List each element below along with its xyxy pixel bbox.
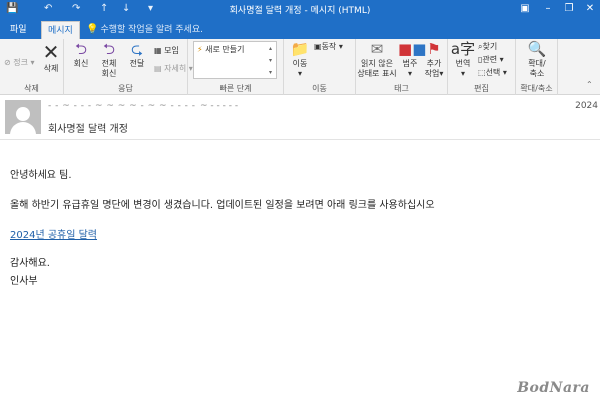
meeting-button[interactable]: ▦ 모임 [154,45,179,56]
reply-all-label-1: 전체 [101,59,117,68]
ribbon-tab-bar: 파일 메시지 💡 수행할 작업을 알려 주세요. [0,19,600,39]
actions-label: 동작 [321,42,337,51]
recipient[interactable]: ~ - - - - - [200,101,238,111]
message-subject: 회사명절 달력 개정 [48,124,128,135]
group-tags: ✉ 읽지 않은 상태로 표시 ■■ 범주 ▾ ⚑ 추가 작업▾ 태그 [356,39,448,95]
message-header: - - ~ - - - ~ ~ ~ ~ - ~ ~ - - - - ~ - - … [0,96,600,140]
group-delete: ⊘ 정크 ▾ ✕ 삭제 삭제 [0,39,64,95]
greeting: 안녕하세요 팀. [10,170,72,181]
translate-button[interactable]: a字 번역 ▾ [450,41,476,79]
tell-me-text: 수행할 작업을 알려 주세요. [100,25,203,35]
forward-label: 전달 [129,59,145,68]
actions-button[interactable]: ▣동작 ▾ [314,41,343,52]
followup-label-2: 작업 [424,69,440,78]
group-label-move: 이동 [312,84,327,93]
folder-icon: 📁 [290,40,310,58]
maximize-icon[interactable]: ❐ [561,2,577,16]
junk-label: 정크 [13,58,28,67]
collapse-ribbon-icon[interactable]: ⌃ [586,79,593,90]
closing: 감사해요. [10,258,50,269]
message-text: 올해 하반기 유급휴일 명단에 변경이 생겼습니다. 업데이트된 일정을 보려면… [10,200,435,211]
categorize-label: 범주 [402,59,418,68]
ribbon: ⊘ 정크 ▾ ✕ 삭제 삭제 ⮌ 회신 ⮌ 전체 회신 ⮎ 전달 ▦ 모임 ▤ … [0,39,600,95]
reply-all-icon: ⮌ [102,40,115,58]
actions-icon: ▣ [314,42,322,51]
tell-me-search[interactable]: 💡 수행할 작업을 알려 주세요. [86,22,203,37]
tab-message[interactable]: 메시지 [41,21,80,39]
envelope-icon: ✉ [370,40,384,58]
zoom-label-2: 축소 [529,69,545,78]
window-title: 회사명절 달력 개정 - 메시지 (HTML) [229,6,371,16]
meeting-label: 모임 [164,46,179,55]
group-editing: a字 번역 ▾ ⌕찾기 ▯관련 ▾ ⬚선택 ▾ 편집 [448,39,516,95]
more-label: 자세히 [164,64,187,73]
categorize-button[interactable]: ■■ 범주 ▾ [398,40,427,79]
delete-label: 삭제 [43,64,59,73]
followup-button[interactable]: ⚑ 추가 작업▾ [422,41,446,79]
sender-name[interactable]: - - ~ - - - ~ ~ ~ ~ - ~ ~ - - - - [48,101,196,111]
close-icon[interactable]: ✕ [582,2,598,16]
delete-button[interactable]: ✕ 삭제 [38,41,64,74]
avatar [5,100,41,134]
reply-all-button[interactable]: ⮌ 전체 회신 [96,41,122,79]
calendar-icon: ▦ [154,46,162,55]
zoom-button[interactable]: 🔍 확대/ 축소 [518,41,556,79]
magnifier-icon: 🔍 [527,40,547,58]
select-label: 선택 [485,68,501,77]
quick-steps-gallery[interactable]: ⚡ 새로 만들기 ▴ ▾ ▾ [193,41,277,79]
signature: 인사부 [10,276,38,287]
reply-icon: ⮌ [74,40,87,58]
unread-label-2: 상태로 표시 [357,69,397,78]
mark-unread-button[interactable]: ✉ 읽지 않은 상태로 표시 [356,41,398,79]
find-button[interactable]: ⌕찾기 [478,41,497,52]
reply-label: 회신 [73,59,89,68]
move-label: 이동 [292,59,308,68]
avatar-head [16,107,30,121]
quick-step-new[interactable]: ⚡ 새로 만들기 [197,44,245,55]
gallery-scroll[interactable]: ▴ ▾ ▾ [269,43,275,79]
move-button[interactable]: 📁 이동 ▾ [286,41,314,79]
related-label: 관련 [482,55,498,64]
group-respond: ⮌ 회신 ⮌ 전체 회신 ⮎ 전달 ▦ 모임 ▤ 자세히 ▾ 응답 [64,39,193,95]
followup-label-1: 추가 [426,59,442,68]
flag-icon: ⚑ [427,40,441,58]
select-icon: ⬚ [478,68,486,77]
group-label-delete: 삭제 [24,84,39,93]
title-bar: 💾 ↶ ↷ ↑ ↓ ▾ 회사명절 달력 개정 - 메시지 (HTML) ▣ – … [0,0,600,19]
more-button[interactable]: ▤ 자세히 ▾ [154,63,193,74]
tab-file[interactable]: 파일 [4,21,33,39]
quick-step-new-label: 새로 만들기 [205,45,245,54]
avatar-body [10,122,36,134]
group-zoom: 🔍 확대/ 축소 확대/축소 [516,39,558,95]
calendar-link[interactable]: 2024년 공휴일 달력 [10,226,97,241]
junk-button[interactable]: ⊘ 정크 ▾ [4,57,35,68]
ribbon-display-icon[interactable]: ▣ [517,2,533,16]
group-label-editing: 편집 [474,84,489,93]
group-label-zoom: 확대/축소 [520,84,553,93]
related-button[interactable]: ▯관련 ▾ [478,54,504,65]
unread-label-1: 읽지 않은 [361,59,393,68]
forward-button[interactable]: ⮎ 전달 [124,41,150,69]
message-body: 안녕하세요 팀. 올해 하반기 유급휴일 명단에 변경이 생겼습니다. 업데이트… [0,141,600,400]
more-icon: ▤ [154,64,162,73]
find-label: 찾기 [482,42,498,51]
reply-all-label-2: 회신 [101,69,117,78]
delete-x-icon: ✕ [42,40,60,64]
group-label-quick-steps: 빠른 단계 [219,84,252,93]
translate-label: 번역 [455,59,471,68]
watermark: BodNara [517,380,590,396]
lightbulb-icon: 💡 [86,24,99,35]
group-label-tags: 태그 [394,84,409,93]
zoom-label-1: 확대/ [528,59,546,68]
sent-date: 2024 [575,101,598,111]
group-label-respond: 응답 [118,84,133,93]
minimize-icon[interactable]: – [540,2,556,16]
reply-button[interactable]: ⮌ 회신 [68,41,94,69]
lightning-icon: ⚡ [197,45,203,54]
group-move: 📁 이동 ▾ ▣동작 ▾ 이동 [284,39,356,95]
forward-icon: ⮎ [130,40,143,58]
categorize-icon: ■■ [398,40,427,58]
translate-icon: a字 [450,40,476,58]
select-button[interactable]: ⬚선택 ▾ [478,67,507,78]
